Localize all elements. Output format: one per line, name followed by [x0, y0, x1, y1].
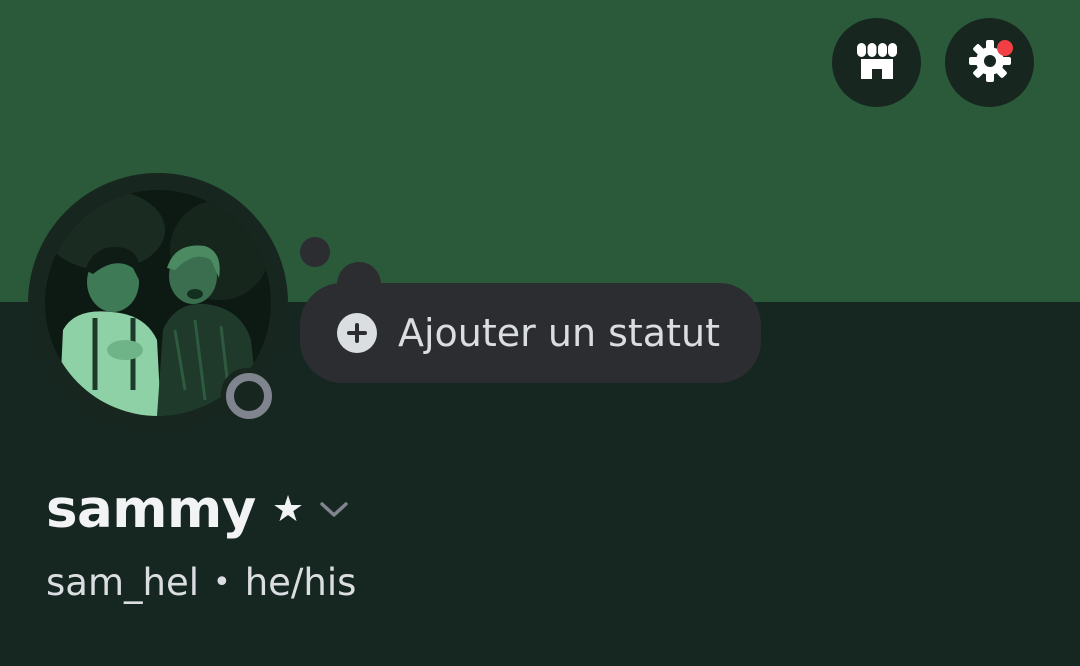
notification-dot	[997, 40, 1013, 56]
separator-dot: •	[213, 564, 231, 600]
pronouns: he/his	[244, 560, 357, 604]
settings-button[interactable]	[945, 18, 1034, 107]
user-subtitle: sam_hel • he/his	[46, 556, 356, 608]
username: sam_hel	[46, 560, 199, 604]
display-name: sammy	[46, 479, 256, 540]
shop-button[interactable]	[832, 18, 921, 107]
shop-icon	[855, 41, 899, 85]
add-status-button[interactable]: Ajouter un statut	[300, 283, 761, 383]
add-status-label: Ajouter un statut	[398, 311, 720, 355]
star-icon: ★	[271, 489, 305, 530]
thought-bubble-dot	[300, 237, 330, 267]
display-name-row[interactable]: sammy ★	[46, 474, 350, 546]
chevron-down-icon[interactable]	[318, 500, 350, 520]
presence-offline-icon	[226, 373, 272, 419]
plus-circle-icon	[337, 313, 377, 353]
